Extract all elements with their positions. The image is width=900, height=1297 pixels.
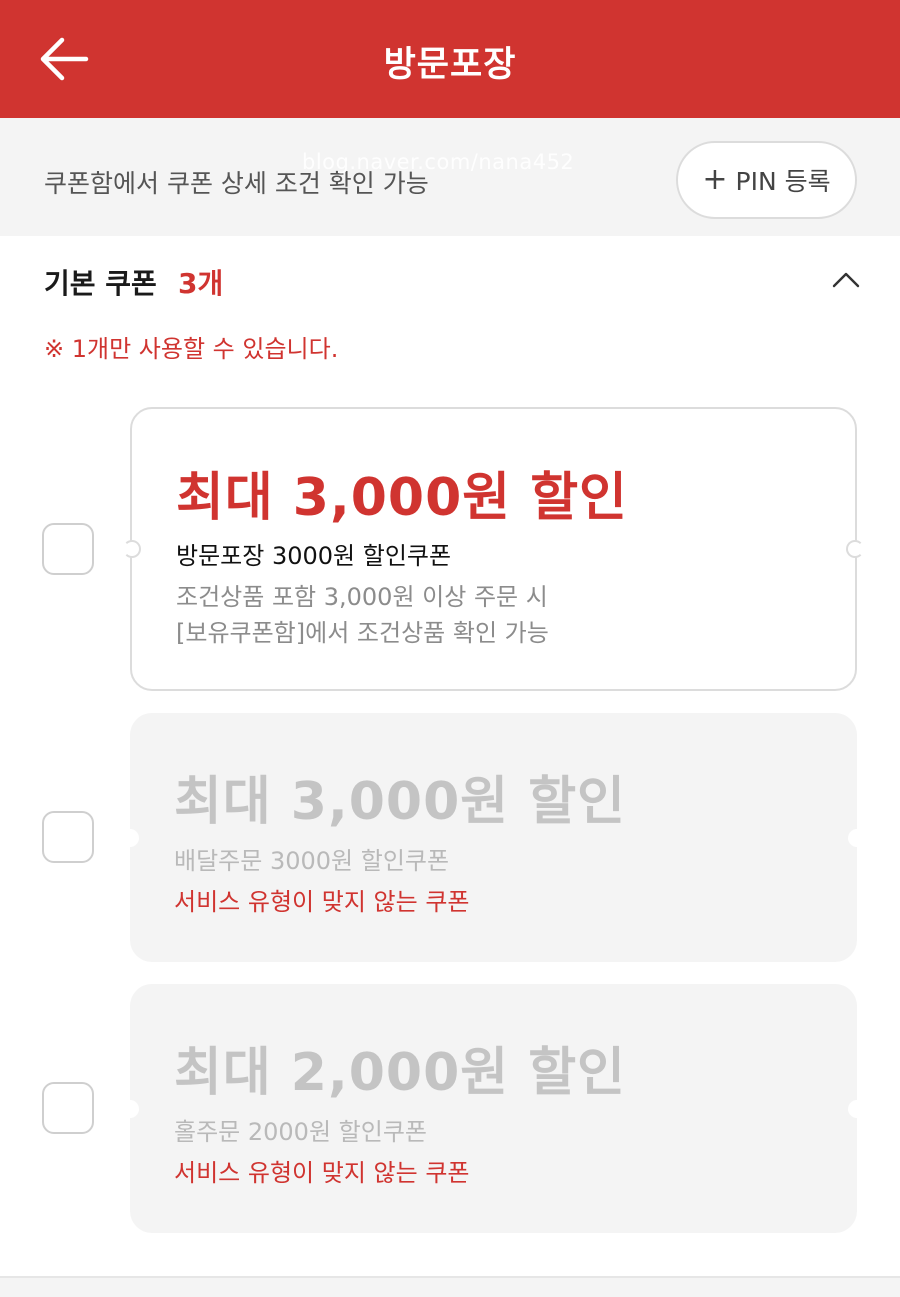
section-title: 기본 쿠폰 [44,267,157,300]
collapse-button[interactable] [826,262,866,296]
coupon-checkbox-3[interactable] [42,1082,94,1134]
ticket-notch [123,540,141,558]
ticket-notch [121,1099,139,1118]
plus-icon: + [702,162,728,197]
section-count: 3개 [178,267,224,300]
coupon-amount: 최대 2,000원 할인 [174,1043,626,1103]
coupon-condition: 조건상품 포함 3,000원 이상 주문 시 [176,583,548,611]
ticket-notch [848,828,866,847]
coupon-warning: 서비스 유형이 맞지 않는 쿠폰 [174,1159,470,1187]
coupon-amount: 최대 3,000원 할인 [176,468,628,528]
pin-register-label: PIN 등록 [735,167,831,196]
coupon-checkbox-2[interactable] [42,811,94,863]
bottom-divider [0,1276,900,1297]
coupon-condition-detail: [보유쿠폰함]에서 조건상품 확인 가능 [176,619,549,647]
coupon-card-1[interactable]: 최대 3,000원 할인 방문포장 3000원 할인쿠폰 조건상품 포함 3,0… [123,407,864,691]
coupon-name: 방문포장 3000원 할인쿠폰 [176,542,452,570]
coupon-card-2: 최대 3,000원 할인 배달주문 3000원 할인쿠폰 서비스 유형이 맞지 … [121,713,866,962]
ticket-notch [848,1099,866,1118]
page-title: 방문포장 [383,45,517,85]
coupon-name: 배달주문 3000원 할인쿠폰 [174,847,450,875]
coupon-warning: 서비스 유형이 맞지 않는 쿠폰 [174,888,470,916]
app-bar: 방문포장 [0,0,900,118]
coupon-checkbox-1[interactable] [42,523,94,575]
chevron-up-icon [832,272,860,288]
ticket-notch [121,828,139,847]
coupon-amount: 최대 3,000원 할인 [174,772,626,832]
coupon-name: 홀주문 2000원 할인쿠폰 [174,1118,427,1146]
ticket-notch [846,540,864,558]
usage-notice: ※ 1개만 사용할 수 있습니다. [44,335,339,363]
pin-register-button[interactable]: + PIN 등록 [676,141,857,219]
watermark: blog.naver.com/nana452 [302,150,575,174]
coupon-card-3: 최대 2,000원 할인 홀주문 2000원 할인쿠폰 서비스 유형이 맞지 않… [121,984,866,1233]
